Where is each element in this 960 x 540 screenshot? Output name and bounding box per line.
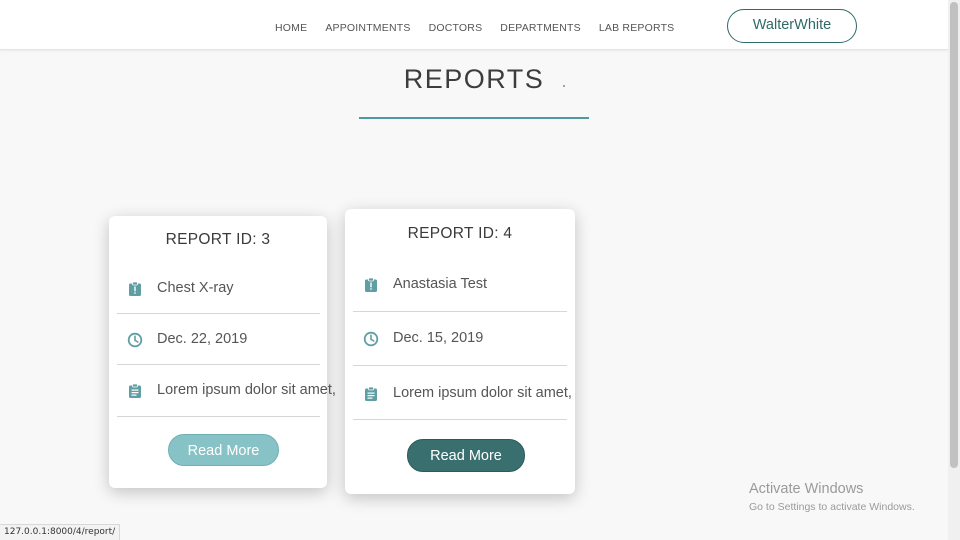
report-test-row: Anastasia Test (353, 259, 567, 310)
report-card-title: REPORT ID: 4 (407, 225, 513, 242)
clipboard-list-icon (363, 386, 379, 402)
report-description: Lorem ipsum dolor sit amet, (157, 381, 336, 398)
nav-lab-reports[interactable]: LAB REPORTS (599, 22, 675, 34)
page-scrollbar[interactable] (948, 0, 960, 540)
page-title: REPORTS (403, 64, 545, 94)
activate-windows-title: Activate Windows (749, 481, 864, 497)
alert-clipboard-icon (127, 281, 143, 297)
stray-dot (563, 85, 565, 87)
nav-doctors[interactable]: DOCTORS (429, 22, 483, 34)
alert-clipboard-icon (363, 277, 379, 293)
clock-icon (363, 331, 379, 347)
scrollbar-thumb[interactable] (950, 2, 958, 468)
report-description-row: Lorem ipsum dolor sit amet, (353, 368, 572, 419)
report-card: REPORT ID: 4 Anastasia Test Dec. 15, 201… (345, 209, 575, 494)
report-date: Dec. 22, 2019 (157, 330, 248, 347)
report-test-name: Anastasia Test (393, 275, 488, 292)
row-divider (353, 365, 567, 366)
report-description: Lorem ipsum dolor sit amet, (393, 384, 572, 401)
read-more-button[interactable]: Read More (407, 439, 525, 472)
read-more-button[interactable]: Read More (168, 434, 279, 466)
report-date-row: Dec. 15, 2019 (353, 313, 567, 364)
row-divider (353, 419, 567, 420)
row-divider (353, 311, 567, 312)
top-navbar: HOME APPOINTMENTS DOCTORS DEPARTMENTS LA… (0, 0, 948, 50)
user-account-button[interactable]: WalterWhite (727, 9, 857, 43)
report-date: Dec. 15, 2019 (393, 329, 484, 346)
status-bar-url: 127.0.0.1:8000/4/report/ (0, 524, 121, 540)
nav-appointments[interactable]: APPOINTMENTS (325, 22, 410, 34)
clock-icon (127, 332, 143, 348)
report-test-name: Chest X-ray (157, 279, 234, 296)
report-date-row: Dec. 22, 2019 (117, 314, 320, 365)
report-card-title: REPORT ID: 3 (165, 231, 271, 248)
nav-departments[interactable]: DEPARTMENTS (500, 22, 581, 34)
report-description-row: Lorem ipsum dolor sit amet, (117, 365, 336, 416)
row-divider (117, 416, 320, 417)
report-card: REPORT ID: 3 Chest X-ray Dec. 22, 2019 L… (109, 216, 336, 488)
title-underline (359, 117, 589, 119)
activate-windows-subtitle: Go to Settings to activate Windows. (749, 501, 915, 513)
nav-links: HOME APPOINTMENTS DOCTORS DEPARTMENTS LA… (275, 22, 692, 34)
report-test-row: Chest X-ray (117, 263, 320, 314)
clipboard-list-icon (127, 383, 143, 399)
nav-home[interactable]: HOME (275, 22, 307, 34)
